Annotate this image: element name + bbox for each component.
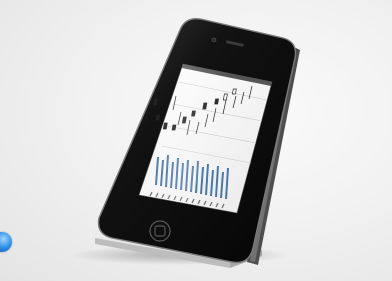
product-photo: [70, 18, 300, 268]
home-button-icon[interactable]: [149, 220, 171, 242]
camera-icon: [211, 37, 217, 43]
home-button[interactable]: [149, 220, 171, 242]
